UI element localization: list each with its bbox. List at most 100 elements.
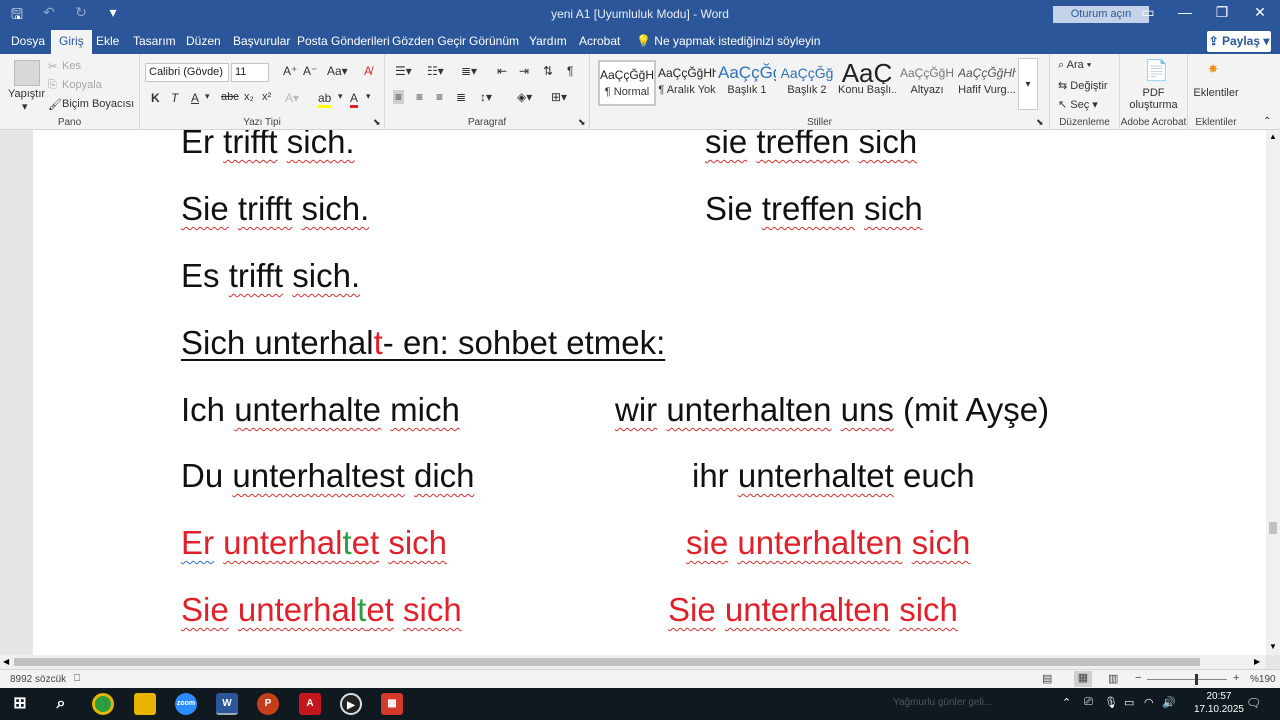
file-explorer-icon[interactable]: [134, 693, 156, 715]
shrink-font-icon[interactable]: A⁻: [303, 64, 317, 78]
numbering-icon[interactable]: ☷▾: [427, 64, 444, 78]
zoom-out-icon[interactable]: −: [1135, 672, 1141, 684]
font-color-icon[interactable]: A: [350, 91, 359, 108]
font-size-combo[interactable]: 11: [231, 63, 269, 82]
underline-dropdown-icon[interactable]: ▾: [205, 91, 210, 102]
tab-gorunum[interactable]: Görünüm: [469, 34, 519, 48]
tray-chevron-icon[interactable]: ⌃: [1062, 696, 1071, 709]
text-effects-icon[interactable]: A▾: [285, 91, 299, 105]
underline-button[interactable]: A: [191, 91, 199, 105]
align-right-icon[interactable]: ≡: [436, 90, 443, 104]
minimize-icon[interactable]: —: [1173, 4, 1197, 20]
tab-ekle[interactable]: Ekle: [96, 34, 119, 48]
ribbon-display-icon[interactable]: ▭: [1136, 4, 1160, 21]
italic-button[interactable]: T: [171, 91, 178, 105]
highlight-dropdown-icon[interactable]: ▾: [338, 91, 343, 102]
share-button[interactable]: ⇪ Paylaş ▾: [1207, 31, 1271, 52]
borders-icon[interactable]: ⊞▾: [551, 90, 567, 104]
scroll-left-icon[interactable]: ◀: [3, 657, 9, 666]
signin-button[interactable]: Oturum açın: [1053, 6, 1149, 23]
highlight-icon[interactable]: ab: [318, 91, 332, 108]
zoom-level[interactable]: %190: [1250, 674, 1276, 685]
horizontal-scrollbar[interactable]: ◀ ▶: [0, 655, 1266, 669]
microphone-icon[interactable]: 🎙: [1104, 696, 1118, 709]
tab-acrobat[interactable]: Acrobat: [579, 34, 620, 48]
replace-button[interactable]: ⇆ Değiştir: [1058, 79, 1108, 92]
change-case-icon[interactable]: Aa▾: [327, 64, 348, 78]
tab-duzen[interactable]: Düzen: [186, 34, 221, 48]
create-pdf-button[interactable]: PDF oluşturma: [1120, 87, 1187, 111]
sort-icon[interactable]: ⇅: [543, 64, 553, 78]
word-app-icon[interactable]: W: [216, 693, 238, 715]
notification-center-icon[interactable]: 🗨: [1246, 696, 1261, 710]
align-center-icon[interactable]: ≡: [416, 90, 423, 104]
scroll-right-icon[interactable]: ▶: [1254, 657, 1260, 666]
zoom-slider[interactable]: [1147, 679, 1227, 680]
word-count[interactable]: 8992 sözcük: [10, 674, 66, 685]
volume-icon[interactable]: 🔊: [1162, 696, 1176, 709]
zoom-slider-thumb[interactable]: [1195, 674, 1198, 685]
styles-more-icon[interactable]: ▾: [1018, 58, 1038, 110]
format-painter-button[interactable]: Biçim Boyacısı: [62, 98, 134, 110]
align-left-icon[interactable]: ≡: [393, 90, 405, 104]
read-mode-icon[interactable]: ▤: [1042, 672, 1052, 685]
select-button[interactable]: ↖ Seç ▾: [1058, 98, 1098, 111]
tab-basvurular[interactable]: Başvurular: [233, 34, 290, 48]
styles-dialog-icon[interactable]: ⬊: [1036, 117, 1044, 128]
document-page[interactable]: Er trifft sich. sie treffen sich Sie tri…: [33, 130, 1266, 655]
font-dialog-icon[interactable]: ⬊: [373, 117, 381, 128]
cut-button[interactable]: Kes: [62, 60, 81, 72]
scroll-down-icon[interactable]: ▼: [1269, 642, 1277, 651]
style-subtitle[interactable]: AaÇçĞğH Altyazı: [898, 60, 956, 106]
find-button[interactable]: ⌕ Ara ▾: [1058, 59, 1091, 72]
battery-icon[interactable]: ▭: [1124, 696, 1134, 709]
powerpoint-app-icon[interactable]: P: [257, 693, 279, 715]
zoom-in-icon[interactable]: +: [1233, 672, 1239, 684]
font-color-dropdown-icon[interactable]: ▾: [366, 91, 371, 102]
paste-dropdown-icon[interactable]: ▾: [22, 100, 28, 113]
bold-button[interactable]: K: [151, 91, 160, 105]
line-spacing-icon[interactable]: ↕▾: [480, 90, 492, 104]
style-heading-1[interactable]: AaÇçĞģ Başlık 1: [718, 60, 776, 106]
wifi-icon[interactable]: ◠: [1144, 696, 1154, 709]
tab-dosya[interactable]: Dosya: [11, 34, 45, 48]
media-player-icon[interactable]: ▶: [340, 693, 362, 715]
grow-font-icon[interactable]: A⁺: [283, 64, 297, 78]
tab-tasarim[interactable]: Tasarım: [133, 34, 176, 48]
strikethrough-icon[interactable]: abc: [221, 91, 239, 103]
restore-icon[interactable]: ❐: [1210, 4, 1234, 21]
multilevel-list-icon[interactable]: ≣▾: [461, 64, 477, 78]
system-clock[interactable]: 20:57 17.10.2025: [1194, 690, 1244, 716]
shading-icon[interactable]: ◈▾: [517, 90, 532, 104]
zoom-app-icon[interactable]: zoom: [175, 693, 197, 715]
subscript-icon[interactable]: x₂: [244, 91, 254, 103]
app-grid-icon[interactable]: ▦: [381, 693, 403, 715]
collapse-ribbon-icon[interactable]: ⌃: [1263, 116, 1271, 127]
windows-start-icon[interactable]: ⊞: [9, 693, 31, 715]
style-normal[interactable]: AaÇçĞğHh ¶ Normal: [598, 60, 656, 106]
vertical-scrollbar[interactable]: ▲ ▼: [1266, 130, 1280, 655]
copy-button[interactable]: Kopyala: [62, 79, 102, 91]
close-icon[interactable]: ✕: [1248, 4, 1272, 21]
addins-button[interactable]: Eklentiler: [1188, 87, 1244, 99]
tab-posta[interactable]: Posta Gönderileri: [297, 34, 390, 48]
style-no-spacing[interactable]: AaÇçĞğHh ¶ Aralık Yok: [658, 60, 716, 106]
increase-indent-icon[interactable]: ⇥: [519, 64, 529, 78]
tab-giris[interactable]: Giriş: [51, 30, 92, 54]
acrobat-app-icon[interactable]: A: [299, 693, 321, 715]
paste-button[interactable]: Yapıştır: [8, 88, 45, 100]
style-title[interactable]: AaÇ Konu Başlı...: [838, 60, 896, 106]
print-layout-icon[interactable]: ▦: [1074, 671, 1092, 687]
horizontal-scroll-thumb[interactable]: [14, 658, 1200, 666]
justify-icon[interactable]: ≣: [456, 90, 466, 104]
tab-gozden-gecir[interactable]: Gözden Geçir: [392, 34, 466, 48]
scroll-up-icon[interactable]: ▲: [1269, 132, 1277, 141]
show-marks-icon[interactable]: ¶: [567, 64, 573, 78]
tab-yardim[interactable]: Yardım: [529, 34, 567, 48]
style-heading-2[interactable]: AaÇçĞğ Başlık 2: [778, 60, 836, 106]
style-subtle-emphasis[interactable]: AaÇçĞğHh Hafif Vurg...: [958, 60, 1016, 106]
chrome-icon[interactable]: [92, 693, 114, 715]
decrease-indent-icon[interactable]: ⇤: [497, 64, 507, 78]
superscript-icon[interactable]: x²: [262, 91, 271, 103]
font-name-combo[interactable]: Calibri (Gövde): [145, 63, 229, 82]
